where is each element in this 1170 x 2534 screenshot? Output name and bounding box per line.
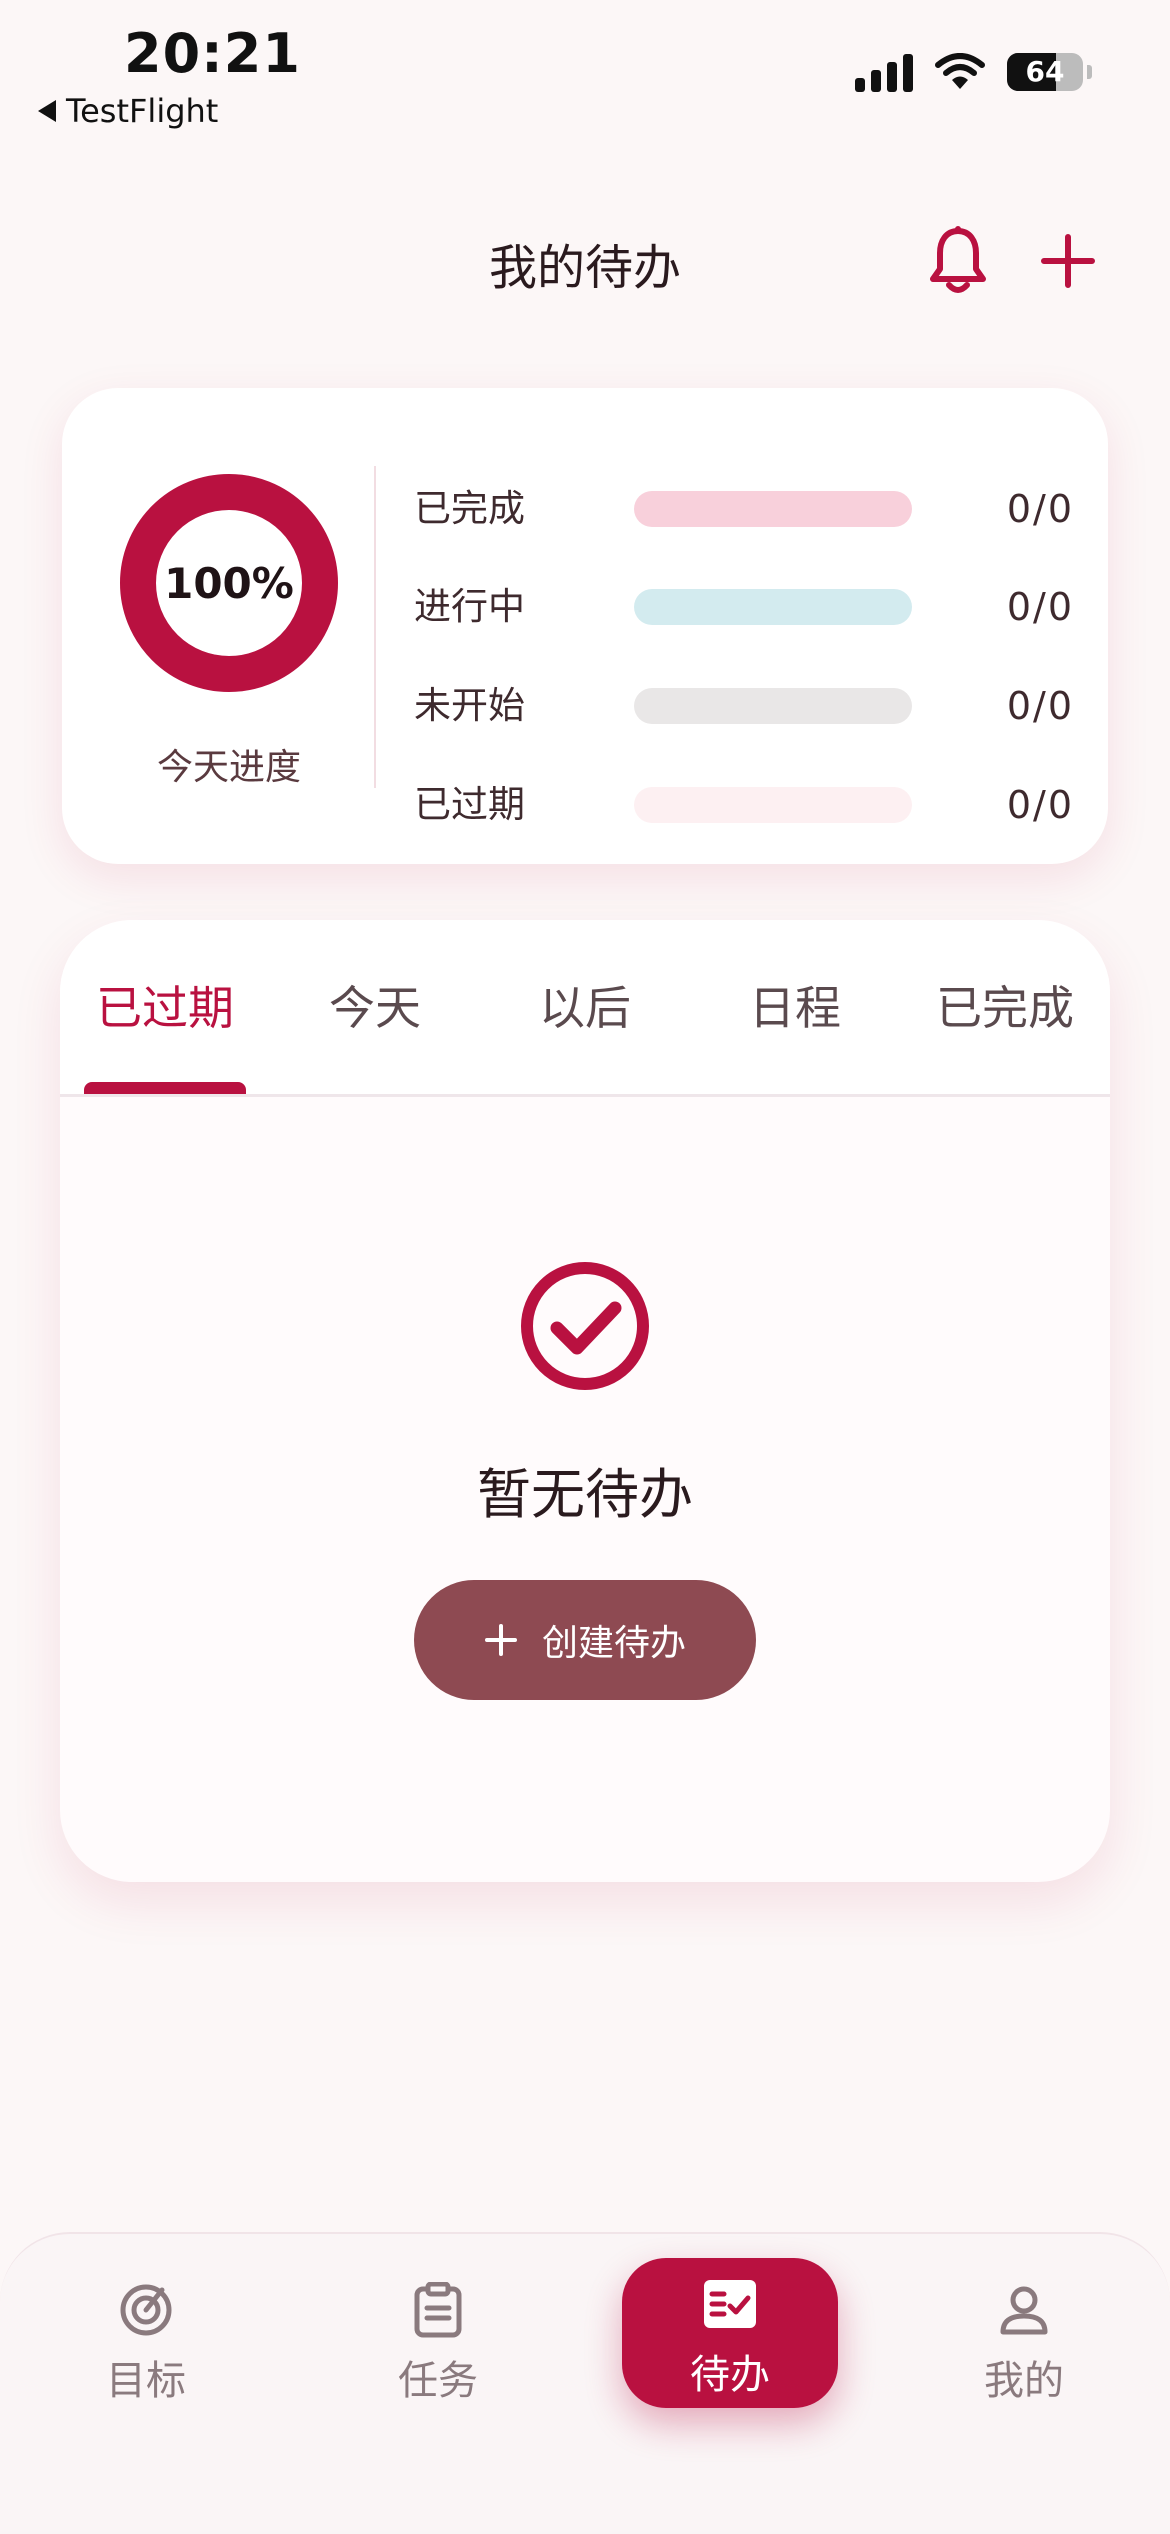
progress-percent: 100%: [164, 558, 294, 608]
nav-label: 我的: [984, 2358, 1064, 2404]
bottom-navigation: 目标 任务 待办 我的: [0, 2232, 1170, 2534]
create-todo-button[interactable]: 创建待办: [414, 1580, 756, 1700]
nav-label: 任务: [398, 2358, 478, 2404]
stat-label: 已过期: [414, 783, 525, 826]
todo-tabs: 已过期 今天 以后 日程 已完成: [60, 920, 1110, 1097]
back-to-testflight[interactable]: TestFlight: [38, 92, 218, 130]
clipboard-icon: [414, 2282, 462, 2338]
tab-schedule[interactable]: 日程: [690, 972, 900, 1038]
check-circle-icon: [521, 1262, 649, 1390]
stat-value: 0/0: [1006, 783, 1074, 827]
progress-caption: 今天进度: [156, 747, 301, 788]
empty-state-message: 暂无待办: [477, 1463, 693, 1526]
battery-tip: [1087, 65, 1092, 79]
stat-value: 0/0: [1006, 585, 1074, 629]
stat-label: 未开始: [414, 684, 525, 727]
nav-item-tasks[interactable]: 任务: [348, 2264, 528, 2414]
stat-bar: [634, 491, 912, 527]
stat-row-overdue: 已过期 0/0: [414, 775, 1074, 835]
tab-today[interactable]: 今天: [270, 972, 480, 1038]
stat-row-completed: 已完成 0/0: [414, 479, 1074, 539]
bell-icon: [930, 226, 986, 293]
stat-row-not-started: 未开始 0/0: [414, 676, 1074, 736]
checklist-icon: [704, 2280, 756, 2328]
stat-value: 0/0: [1006, 684, 1074, 728]
target-icon: [120, 2284, 172, 2336]
stat-bar: [634, 688, 912, 724]
tab-later[interactable]: 以后: [480, 972, 690, 1038]
tabs-divider: [60, 1094, 1110, 1097]
add-todo-button[interactable]: [1028, 218, 1108, 304]
status-time: 20:21: [124, 22, 301, 85]
todo-list-card: 已过期 今天 以后 日程 已完成 暂无待办 创建待办: [60, 920, 1110, 1882]
stat-label: 进行中: [414, 585, 525, 628]
create-todo-label: 创建待办: [541, 1623, 686, 1664]
back-label: TestFlight: [66, 92, 219, 130]
wifi-icon: [935, 53, 985, 89]
nav-label: 待办: [690, 2352, 770, 2398]
notification-button[interactable]: [918, 218, 998, 304]
stat-bar: [634, 787, 912, 823]
card-divider: [374, 466, 376, 788]
stat-value: 0/0: [1006, 487, 1074, 531]
status-bar: 20:21 TestFlight 64: [0, 0, 1170, 140]
nav-label: 目标: [106, 2358, 186, 2404]
tab-completed[interactable]: 已完成: [900, 972, 1110, 1038]
plus-icon: [484, 1624, 517, 1656]
stat-bar: [634, 589, 912, 625]
nav-item-profile[interactable]: 我的: [934, 2264, 1114, 2414]
nav-item-todos[interactable]: 待办: [622, 2258, 838, 2408]
cellular-signal-icon: [855, 52, 913, 92]
battery-icon: 64: [1007, 53, 1083, 91]
tab-overdue[interactable]: 已过期: [60, 972, 270, 1038]
battery-level: 64: [1025, 55, 1065, 88]
plus-icon: [1041, 234, 1095, 288]
back-arrow-icon: [38, 100, 56, 122]
progress-summary-card: 100% 今天进度 已完成 0/0 进行中 0/0 未开始 0/0 已过期 0/…: [62, 388, 1108, 864]
stat-label: 已完成: [414, 487, 525, 530]
stat-row-in-progress: 进行中 0/0: [414, 577, 1074, 637]
nav-item-goals[interactable]: 目标: [56, 2264, 236, 2414]
system-indicators: 64: [855, 52, 1092, 92]
user-icon: [1000, 2286, 1048, 2335]
